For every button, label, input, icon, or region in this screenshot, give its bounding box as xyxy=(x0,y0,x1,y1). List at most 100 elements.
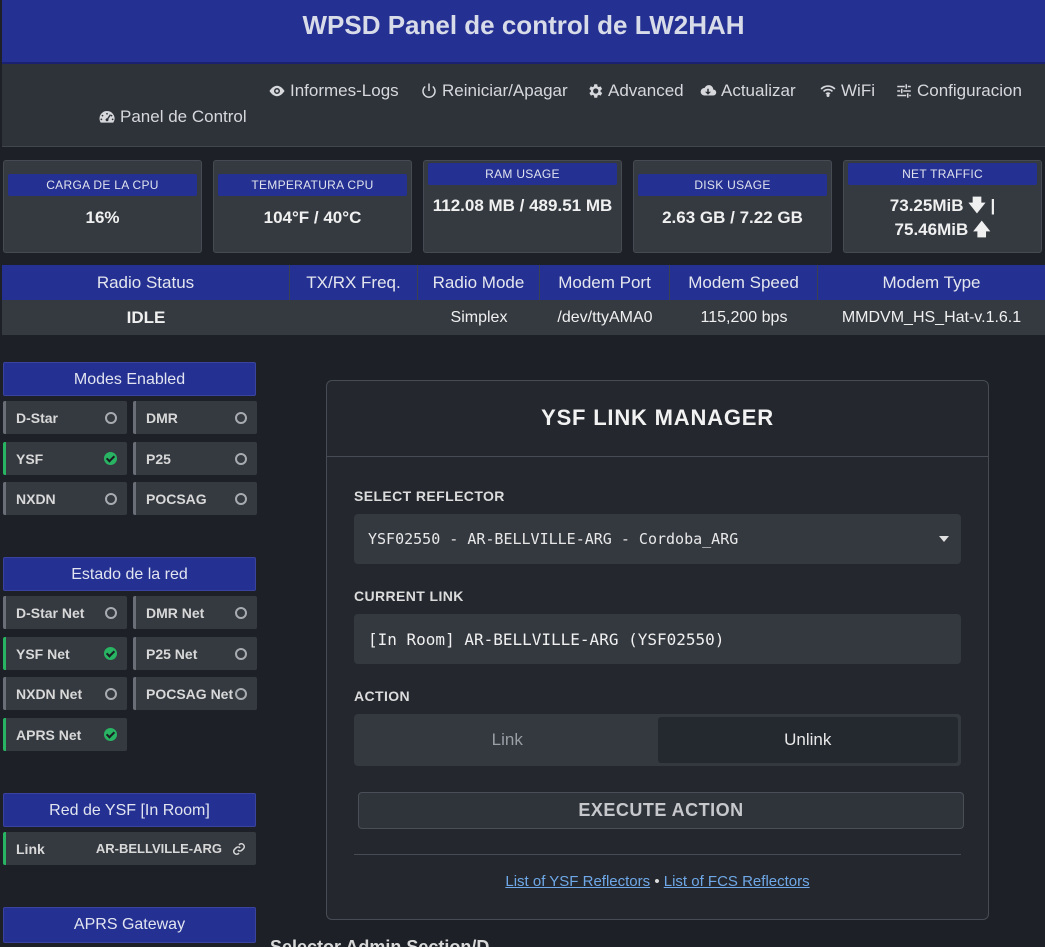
net-dmr[interactable]: DMR Net xyxy=(133,596,257,629)
gear-icon xyxy=(589,84,603,98)
gauge-icon xyxy=(99,110,115,123)
mode-label: YSF Net xyxy=(16,645,70,662)
stat-value: 73.25MiB 🡇 | 75.46MiB 🡅 xyxy=(889,196,996,239)
separator: • xyxy=(654,873,660,890)
net-ysf[interactable]: YSF Net xyxy=(3,637,127,670)
radio-status-value: IDLE xyxy=(126,307,166,327)
circle-icon xyxy=(235,411,247,424)
net-dstar[interactable]: D-Star Net xyxy=(3,596,127,629)
page-title: WPSD Panel de control de LW2HAH xyxy=(302,10,745,40)
modem-speed-value: 115,200 bps xyxy=(700,308,788,326)
action-toggle: Link Unlink xyxy=(354,714,961,766)
mode-label: DMR xyxy=(146,409,178,426)
net-p25[interactable]: P25 Net xyxy=(133,637,257,670)
cloud-download-icon xyxy=(700,85,717,96)
stat-value: 104°F / 40°C xyxy=(263,208,362,227)
circle-icon xyxy=(105,606,117,619)
mode-label: NXDN Net xyxy=(16,685,83,702)
circle-icon xyxy=(105,492,117,505)
ysf-reflectors-link[interactable]: List of YSF Reflectors xyxy=(505,873,650,890)
execute-action-button[interactable]: EXECUTE ACTION xyxy=(358,792,964,829)
nav-label: Informes-Logs xyxy=(290,81,399,100)
nav-configuracion[interactable]: Configuracion xyxy=(895,81,1022,101)
modem-port-value: /dev/ttyAMA0 xyxy=(557,308,653,326)
mode-pocsag[interactable]: POCSAG xyxy=(133,482,257,515)
freq-value xyxy=(290,300,418,335)
stat-value: 112.08 MB / 489.51 MB xyxy=(432,196,613,215)
table-header-row: Radio Status TX/RX Freq. Radio Mode Mode… xyxy=(2,265,1045,300)
ysf-link-row[interactable]: Link AR-BELLVILLE-ARG xyxy=(3,832,256,865)
nav-label: Configuracion xyxy=(917,81,1022,100)
current-link-label: CURRENT LINK xyxy=(354,588,464,604)
selected-reflector: YSF02550 - AR-BELLVILLE-ARG - Cordoba_AR… xyxy=(368,530,739,548)
unlink-option[interactable]: Unlink xyxy=(657,717,958,763)
stat-label: RAM USAGE xyxy=(428,163,617,185)
section-heading-partial: Selector Admin Section/D... xyxy=(270,937,505,947)
mode-label: POCSAG xyxy=(146,490,207,507)
nav-label: Actualizar xyxy=(721,81,796,100)
mode-ysf[interactable]: YSF xyxy=(3,442,127,475)
reflector-select[interactable]: YSF02550 - AR-BELLVILLE-ARG - Cordoba_AR… xyxy=(354,514,961,564)
radio-mode-value: Simplex xyxy=(450,308,508,326)
action-label: ACTION xyxy=(354,688,411,704)
check-circle-icon xyxy=(104,452,117,465)
check-circle-icon xyxy=(104,728,117,741)
nav-informes-logs[interactable]: Informes-Logs xyxy=(268,81,399,101)
select-reflector-label: SELECT REFLECTOR xyxy=(354,488,505,504)
column-header: Modem Port xyxy=(540,265,670,300)
net-nxdn[interactable]: NXDN Net xyxy=(3,677,127,710)
stat-value: 16% xyxy=(85,208,120,227)
divider xyxy=(354,854,961,855)
net-pocsag[interactable]: POCSAG Net xyxy=(133,677,257,710)
circle-icon xyxy=(105,687,117,700)
mode-p25[interactable]: P25 xyxy=(133,442,257,475)
mode-label: POCSAG Net xyxy=(146,685,234,702)
card-title: YSF LINK MANAGER xyxy=(327,381,988,457)
circle-icon xyxy=(235,606,247,619)
network-status-title: Estado de la red xyxy=(3,557,256,591)
circle-icon xyxy=(235,647,247,660)
net-up-value: 75.46MiB xyxy=(894,220,969,239)
mode-label: APRS Net xyxy=(16,726,82,743)
column-header: Radio Status xyxy=(2,265,290,300)
mode-dstar[interactable]: D-Star xyxy=(3,401,127,434)
nav-actualizar[interactable]: Actualizar xyxy=(699,81,796,101)
check-circle-icon xyxy=(104,647,117,660)
mode-nxdn[interactable]: NXDN xyxy=(3,482,127,515)
reflector-links: List of YSF Reflectors • List of FCS Ref… xyxy=(327,873,988,890)
stat-disk-usage: DISK USAGE 2.63 GB / 7.22 GB xyxy=(633,160,832,253)
nav-panel-de-control[interactable]: Panel de Control xyxy=(98,107,247,127)
nav-label: Panel de Control xyxy=(120,107,247,126)
stat-label: TEMPERATURA CPU xyxy=(218,174,407,196)
nav-label: WiFi xyxy=(841,81,875,100)
column-header: Modem Speed xyxy=(670,265,818,300)
mode-label: D-Star Net xyxy=(16,604,85,621)
sliders-icon xyxy=(897,84,911,98)
circle-icon xyxy=(105,411,117,424)
nav-wifi[interactable]: WiFi xyxy=(819,81,875,101)
nav-advanced[interactable]: Advanced xyxy=(586,81,684,101)
mode-label: YSF xyxy=(16,450,44,467)
column-header: Modem Type xyxy=(882,272,981,292)
nav-label: Advanced xyxy=(608,81,684,100)
radio-status-table: Radio Status TX/RX Freq. Radio Mode Mode… xyxy=(2,265,1045,335)
mode-label: P25 xyxy=(146,450,171,467)
nav-reiniciar-apagar[interactable]: Reiniciar/Apagar xyxy=(420,81,568,101)
current-link-field: [In Room] AR-BELLVILLE-ARG (YSF02550) xyxy=(354,614,961,664)
link-chain-icon xyxy=(233,842,245,855)
mode-dmr[interactable]: DMR xyxy=(133,401,257,434)
net-aprs[interactable]: APRS Net xyxy=(3,718,127,751)
mode-label: NXDN xyxy=(16,490,56,507)
page-header: WPSD Panel de control de LW2HAH xyxy=(2,0,1045,64)
circle-icon xyxy=(235,452,247,465)
wifi-icon xyxy=(820,85,836,97)
arrow-up-icon: 🡅 xyxy=(972,220,991,239)
mode-label: P25 Net xyxy=(146,645,198,662)
link-option[interactable]: Link xyxy=(357,717,658,763)
stat-value: 2.63 GB / 7.22 GB xyxy=(662,208,803,227)
fcs-reflectors-link[interactable]: List of FCS Reflectors xyxy=(664,873,810,890)
ysf-network-title: Red de YSF [In Room] xyxy=(3,793,256,827)
modes-enabled-title: Modes Enabled xyxy=(3,362,256,396)
arrow-down-icon: 🡇 xyxy=(968,196,986,215)
net-down-value: 73.25MiB xyxy=(889,196,964,215)
